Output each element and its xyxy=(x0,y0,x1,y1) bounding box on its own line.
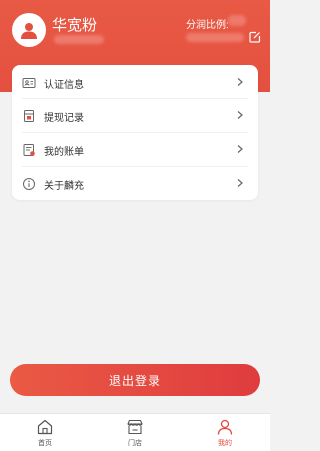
withdraw-record-icon xyxy=(24,110,34,122)
account-redacted xyxy=(186,33,244,42)
menu-item-label: 关于麟充 xyxy=(44,181,84,192)
tab-store[interactable]: 门店 xyxy=(90,414,180,451)
chevron-right-icon xyxy=(237,179,243,187)
home-icon xyxy=(37,419,53,435)
tab-home[interactable]: 首页 xyxy=(0,414,90,451)
ratio-label: 分润比例: xyxy=(186,20,229,31)
user-avatar-icon xyxy=(21,23,37,39)
edit-icon[interactable] xyxy=(249,31,261,43)
chevron-right-icon xyxy=(237,111,243,119)
menu-item-about[interactable]: 关于麟充 xyxy=(12,167,258,200)
phone-redacted xyxy=(54,35,104,44)
menu-item-my-bills[interactable]: 我的账单 xyxy=(12,133,258,166)
bill-icon xyxy=(23,144,35,156)
chevron-right-icon xyxy=(237,145,243,153)
logout-button[interactable]: 退出登录 xyxy=(10,364,260,396)
menu-item-label: 我的账单 xyxy=(44,147,84,158)
menu-item-label: 提现记录 xyxy=(44,113,84,124)
ratio-value-redacted xyxy=(228,15,246,26)
bottom-tab-bar: 首页 门店 我的 xyxy=(0,413,270,451)
menu-item-certification[interactable]: 认证信息 xyxy=(12,66,258,99)
id-card-icon xyxy=(22,78,36,88)
user-icon xyxy=(217,419,233,435)
menu-item-withdraw-records[interactable]: 提现记录 xyxy=(12,99,258,132)
tab-label: 门店 xyxy=(128,440,142,447)
tab-label: 我的 xyxy=(218,440,232,447)
menu-card: 认证信息 提现记录 我的账单 关于麟充 xyxy=(12,65,258,200)
tab-mine[interactable]: 我的 xyxy=(180,414,270,451)
chevron-right-icon xyxy=(237,78,243,86)
info-icon xyxy=(23,178,35,190)
store-icon xyxy=(127,419,143,435)
avatar[interactable] xyxy=(12,13,46,47)
menu-item-label: 认证信息 xyxy=(44,80,84,91)
username: 华宽粉 xyxy=(52,17,98,34)
tab-label: 首页 xyxy=(38,440,52,447)
